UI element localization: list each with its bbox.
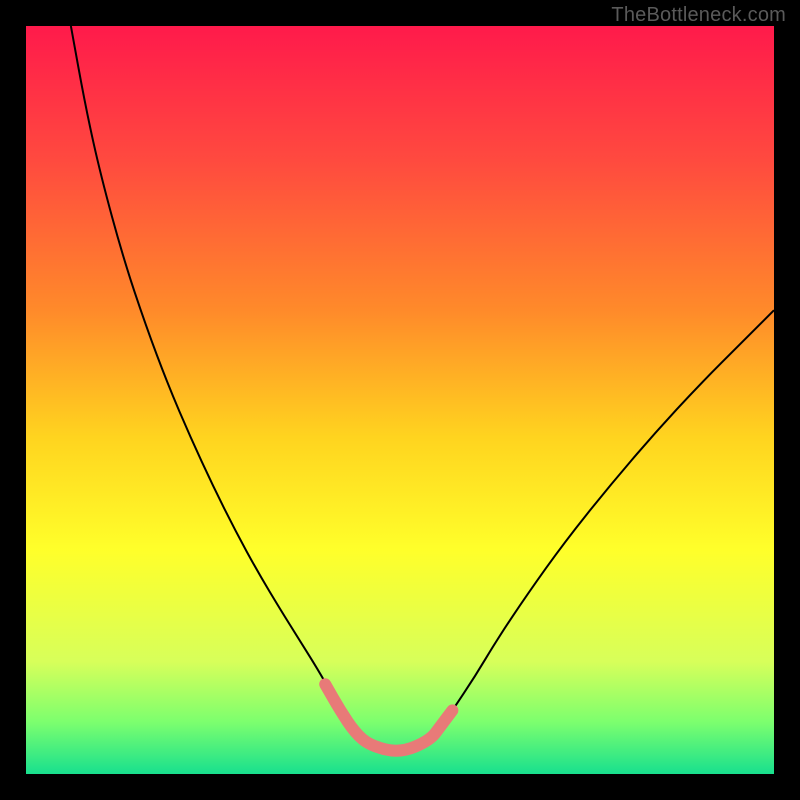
- gradient-background: [26, 26, 774, 774]
- plot-area: [26, 26, 774, 774]
- chart-frame: TheBottleneck.com: [0, 0, 800, 800]
- watermark-text: TheBottleneck.com: [611, 4, 786, 27]
- chart-svg: [26, 26, 774, 774]
